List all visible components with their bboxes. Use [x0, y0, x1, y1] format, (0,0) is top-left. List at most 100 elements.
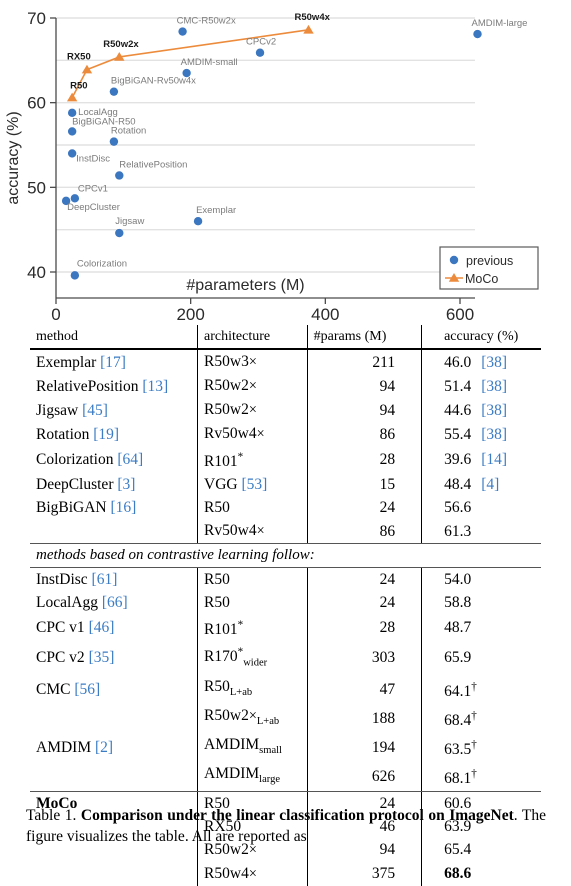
cell-accuracy: 46.0 [38] [421, 349, 541, 374]
cell-architecture: R50w2× [197, 398, 308, 422]
table-row: AMDIMlarge 626 68.1† [30, 761, 541, 792]
cell-architecture: VGG [53] [197, 473, 308, 497]
y-axis-title: accuracy (%) [5, 111, 22, 204]
table-row: Rotation [19] Rv50w4× 86 55.4 [38] [30, 422, 541, 446]
data-point [303, 24, 314, 34]
cell-architecture: R101* [197, 614, 308, 642]
table-row: InstDisc [61] R50 24 54.0 [30, 567, 541, 592]
table-row: CMC [56] R50L+ab 47 64.1† [30, 674, 541, 704]
header-architecture: architecture [197, 325, 308, 350]
data-point [67, 127, 77, 136]
data-point-label: R50w4x [295, 12, 331, 23]
cell-accuracy: 56.6 [421, 496, 541, 520]
cell-method: Jigsaw [45] [36, 401, 108, 419]
header-accuracy: accuracy (%) [421, 325, 541, 350]
data-point [178, 27, 187, 36]
cell-accuracy: 48.7 [421, 614, 541, 642]
cell-params: 94 [306, 398, 422, 422]
cell-architecture: R170*wider [197, 641, 308, 675]
comparison-table-container: method architecture #params (M) accuracy (%… [30, 325, 541, 886]
cell-architecture: R50 [197, 496, 308, 520]
table-section-note: methods based on contrastive learning fo… [30, 543, 541, 569]
data-point [109, 137, 119, 146]
data-point-label: R50w2x [103, 39, 139, 50]
scatter-chart: 40 50 60 70 0 200 400 600 #parameters (M) accurac… [0, 0, 571, 322]
cell-params: 47 [306, 674, 422, 704]
cell-params: 194 [306, 732, 422, 762]
data-point [255, 48, 265, 57]
comparison-table: method architecture #params (M) accuracy (%… [30, 325, 541, 886]
cell-method [30, 761, 198, 792]
table-row: Exemplar [17] R50w3× 211 46.0 [38] [30, 349, 541, 374]
cell-architecture: R101* [197, 446, 308, 474]
cell-accuracy: 65.9 [421, 641, 541, 675]
cell-architecture: R50w3× [197, 349, 308, 374]
cell-params: 303 [306, 641, 422, 675]
cell-params: 24 [306, 591, 422, 615]
data-point-label: BigBiGAN-Rv50w4x [111, 76, 196, 87]
cell-accuracy: 64.1† [421, 674, 541, 704]
data-point-label: Rotation [111, 126, 146, 137]
cell-method: AMDIM [2] [36, 738, 114, 756]
y-tick-label: 60 [27, 94, 46, 113]
y-tick-label: 70 [27, 9, 46, 28]
table-row: RelativePosition [13] R50w2× 94 51.4 [38] [30, 374, 541, 398]
y-tick-label: 40 [27, 263, 46, 282]
cell-method: Rotation [19] [36, 425, 120, 443]
cell-params: 626 [306, 761, 422, 792]
data-point [115, 171, 124, 180]
table-row: R50w2×L+ab 188 68.4† [30, 703, 541, 733]
table-row: Jigsaw [45] R50w2× 94 44.6 [38] [30, 398, 541, 422]
chart-canvas: 40 50 60 70 0 200 400 600 #parameters (M) accurac… [5, 9, 539, 322]
data-point [70, 271, 80, 280]
cell-method: CMC [56] [36, 680, 101, 698]
cell-accuracy: 54.0 [421, 567, 541, 592]
table-row: Colorization [64] R101* 28 39.6 [14] [30, 446, 541, 474]
cell-accuracy: 48.4 [4] [421, 473, 541, 497]
data-point-label: R50 [70, 81, 87, 92]
cell-params: 211 [306, 349, 422, 374]
cell-method: CPC v1 [46] [36, 619, 115, 637]
data-point-label: InstDisc [76, 153, 110, 164]
x-tick-label: 0 [51, 305, 60, 322]
table-row: LocalAgg [66] R50 24 58.8 [30, 591, 541, 615]
table-header-row: method architecture #params (M) accuracy (%… [30, 325, 541, 350]
table-row: DeepCluster [3] VGG [53] 15 48.4 [4] [30, 473, 541, 497]
data-point-label: DeepCluster [67, 202, 120, 213]
cell-architecture: Rv50w4× [197, 422, 308, 446]
data-point-label: CMC-R50w2x [177, 16, 236, 27]
cell-method: BigBiGAN [16] [36, 499, 137, 517]
cell-method [30, 519, 198, 545]
cell-accuracy: 68.6 [421, 861, 541, 886]
data-point [67, 149, 77, 158]
cell-architecture: Rv50w4× [197, 519, 308, 545]
cell-architecture: R50L+ab [197, 674, 308, 704]
cell-method [30, 862, 198, 886]
header-params: #params (M) [306, 325, 422, 350]
table-row: CPC v2 [35] R170*wider 303 65.9 [30, 641, 541, 675]
cell-method: Colorization [64] [36, 451, 144, 469]
cell-params: 86 [306, 519, 422, 545]
data-point [473, 29, 482, 39]
x-tick-label: 600 [446, 305, 474, 322]
cell-architecture: R50w4× [197, 861, 308, 886]
data-point-label: RelativePosition [119, 159, 187, 170]
data-point-label: AMDIM-small [181, 57, 238, 68]
cell-accuracy: 51.4 [38] [421, 374, 541, 398]
data-point-label: Colorization [77, 258, 127, 269]
table-row: AMDIM [2] AMDIMsmall 194 63.5† [30, 732, 541, 762]
caption-bold: Comparison under the linear classificati… [80, 807, 514, 824]
x-tick-label: 400 [311, 305, 339, 322]
legend-label-moco: MoCo [465, 272, 498, 286]
cell-method: DeepCluster [3] [36, 476, 136, 494]
data-point [115, 228, 124, 238]
cell-method: RelativePosition [13] [36, 377, 169, 395]
cell-accuracy: 55.4 [38] [421, 422, 541, 446]
cell-accuracy: 39.6 [14] [421, 446, 541, 474]
cell-architecture: R50 [197, 591, 308, 615]
table-row: R50w4× 375 68.6 [30, 861, 541, 886]
cell-architecture: AMDIMlarge [197, 761, 308, 792]
cell-method: LocalAgg [66] [36, 594, 128, 612]
cell-accuracy: 63.5† [421, 732, 541, 762]
legend-label-previous: previous [466, 254, 513, 268]
